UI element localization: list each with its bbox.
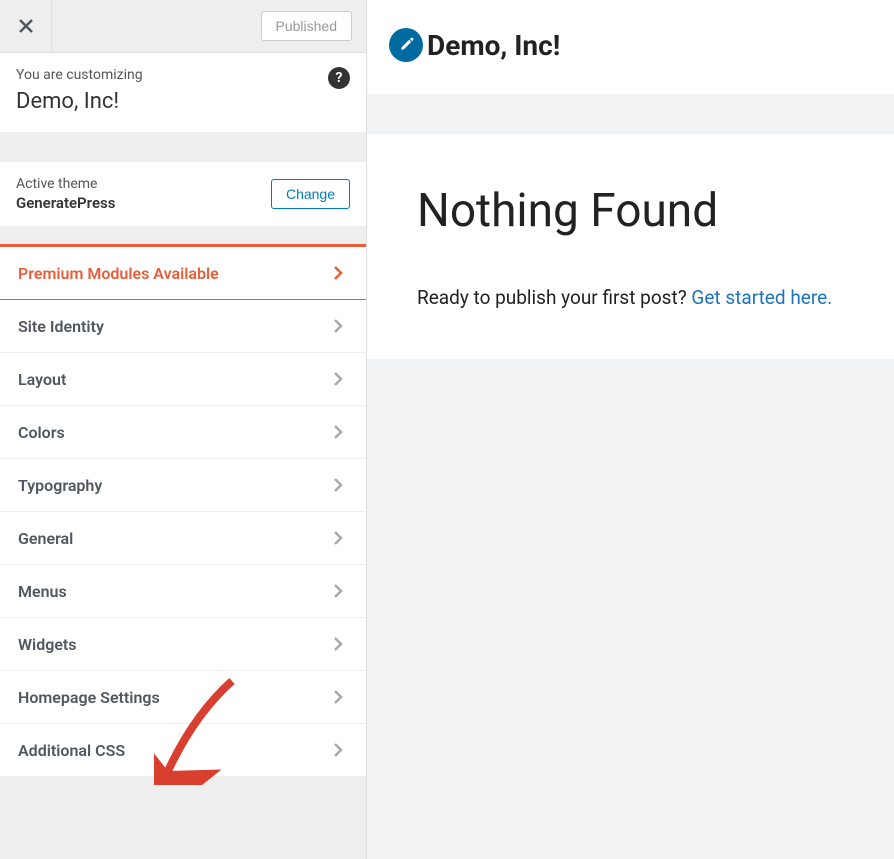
help-icon[interactable]: ? [328,67,350,89]
chevron-right-icon [328,740,348,760]
close-icon [18,18,34,34]
panel-homepage-settings[interactable]: Homepage Settings [0,671,366,724]
chevron-right-icon [328,687,348,707]
panel-label: General [18,529,73,548]
site-preview: Demo, Inc! Nothing Found Ready to publis… [367,0,894,859]
panel-label: Homepage Settings [18,688,160,707]
panel-label: Menus [18,582,67,601]
panel-typography[interactable]: Typography [0,459,366,512]
panel-premium-modules[interactable]: Premium Modules Available [0,247,366,300]
empty-prompt: Ready to publish your first post? Get st… [417,286,844,309]
site-title[interactable]: Demo, Inc! [427,29,560,62]
panel-menus[interactable]: Menus [0,565,366,618]
change-theme-button[interactable]: Change [271,179,350,209]
chevron-right-icon [328,634,348,654]
site-header: Demo, Inc! [367,0,894,94]
chevron-right-icon [328,316,348,336]
get-started-link[interactable]: Get started here. [691,286,832,309]
chevron-right-icon [328,528,348,548]
customize-label: You are customizing [16,67,350,83]
active-theme-panel: Active theme GeneratePress Change [0,162,366,226]
panel-label: Typography [18,476,102,495]
panel-label: Layout [18,370,66,389]
customizer-sidebar: Published You are customizing Demo, Inc!… [0,0,367,859]
page-heading: Nothing Found [417,184,844,238]
chevron-right-icon [328,475,348,495]
panel-additional-css[interactable]: Additional CSS [0,724,366,777]
customize-info: You are customizing Demo, Inc! ? [0,53,366,132]
panel-label: Premium Modules Available [18,264,219,283]
customize-title: Demo, Inc! [16,89,350,114]
panel-label: Additional CSS [18,741,125,760]
chevron-right-icon [328,263,348,283]
close-button[interactable] [0,0,52,53]
prompt-text: Ready to publish your first post? [417,286,691,309]
publish-button[interactable]: Published [261,11,353,41]
panel-layout[interactable]: Layout [0,353,366,406]
panel-general[interactable]: General [0,512,366,565]
chevron-right-icon [328,581,348,601]
panel-colors[interactable]: Colors [0,406,366,459]
panel-widgets[interactable]: Widgets [0,618,366,671]
active-theme-name: GeneratePress [16,194,115,212]
active-theme-label: Active theme [16,176,115,192]
customizer-topbar: Published [0,0,366,53]
chevron-right-icon [328,422,348,442]
panel-label: Widgets [18,635,77,654]
content-area: Nothing Found Ready to publish your firs… [367,134,894,359]
customizer-panels: Premium Modules Available Site Identity … [0,244,366,777]
pencil-icon [398,37,414,53]
panel-site-identity[interactable]: Site Identity [0,300,366,353]
edit-shortcut-button[interactable] [389,28,423,62]
panel-label: Colors [18,423,65,442]
chevron-right-icon [328,369,348,389]
panel-label: Site Identity [18,317,104,336]
